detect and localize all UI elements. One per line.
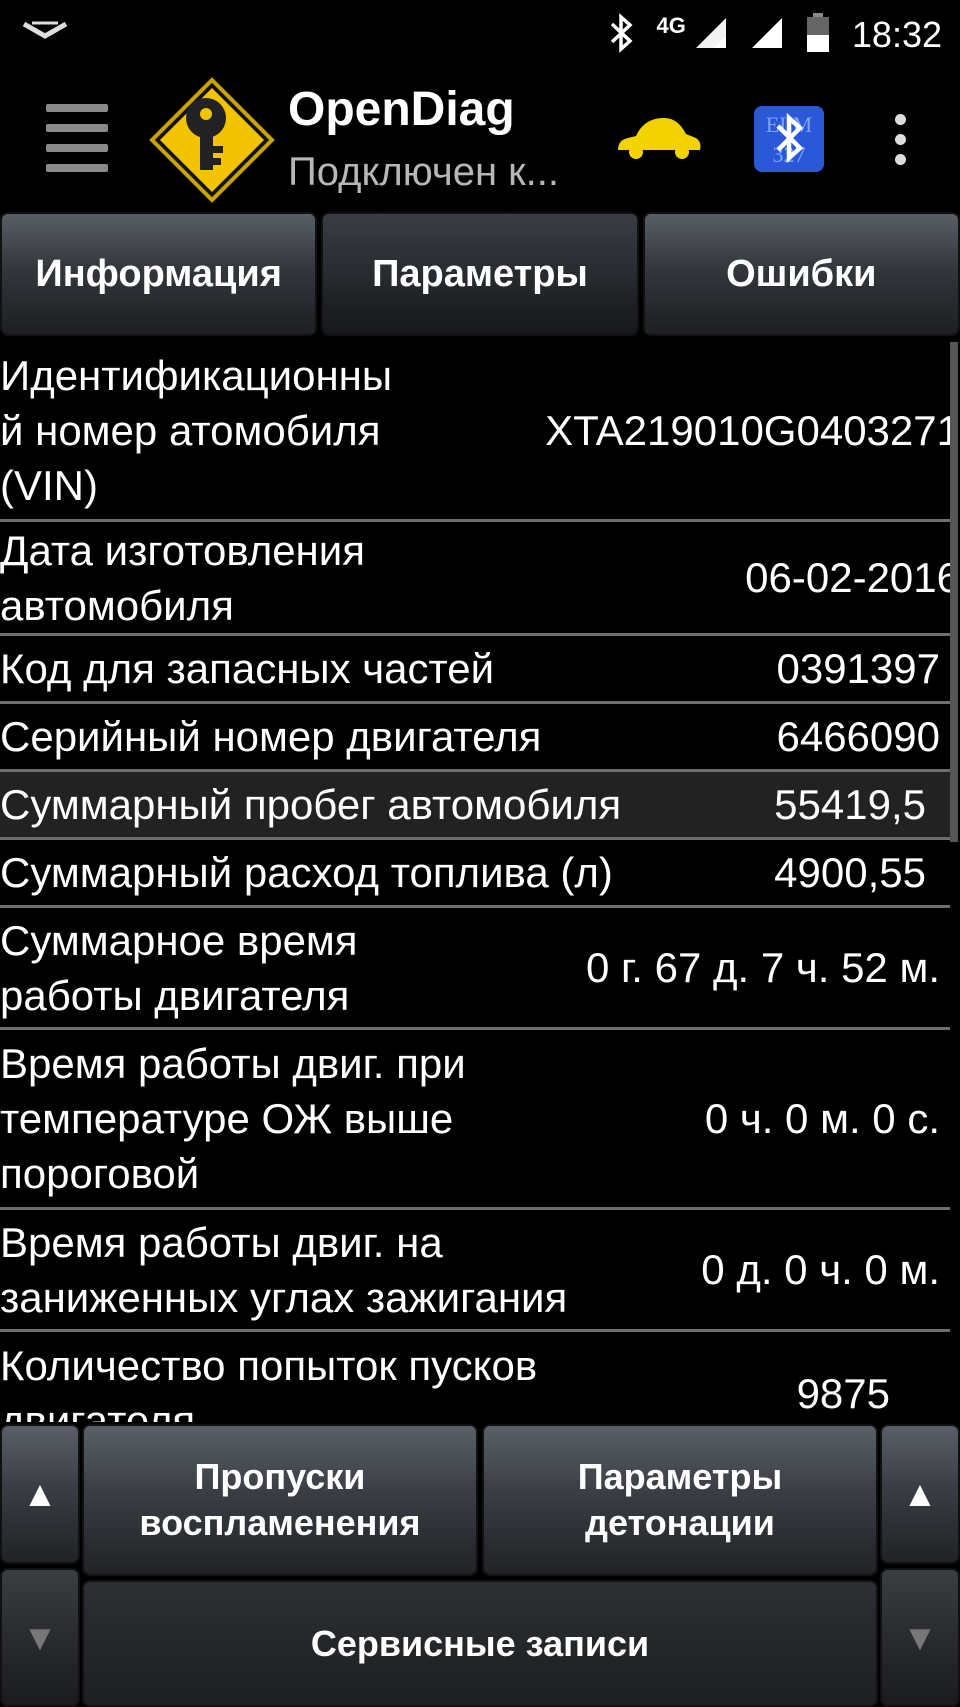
table-row: Дата изготовления автомобиля 06-02-2016: [0, 522, 950, 636]
row-value: 0 д. 0 ч. 0 м.: [701, 1246, 940, 1293]
row-value: 55419,5: [774, 781, 926, 828]
menu-icon[interactable]: [46, 104, 108, 172]
scroll-up-right-button[interactable]: ▲: [880, 1424, 960, 1564]
table-row: Суммарное время работы двигателя 0 г. 67…: [0, 908, 950, 1030]
bluetooth-status-icon: [609, 12, 635, 58]
car-icon[interactable]: [614, 110, 704, 168]
row-label: Время работы двиг. при температуре ОЖ вы…: [0, 1040, 466, 1197]
bottom-controls: ▲ Пропуски воспламенения Параметры детон…: [0, 1424, 960, 1707]
row-label: Количество попыток пусков двигателя: [0, 1342, 538, 1422]
table-scrollbar[interactable]: [950, 342, 958, 842]
signal-icon-2: [750, 16, 784, 55]
parameters-table[interactable]: Идентификационны й номер атомобиля (VIN)…: [0, 342, 950, 1422]
status-bar: 4G 18:32: [0, 0, 960, 68]
table-row: Время работы двиг. при температуре ОЖ вы…: [0, 1030, 950, 1210]
row-label: Время работы двиг. на заниженных углах з…: [0, 1218, 568, 1321]
row-label: Код для запасных частей: [0, 645, 495, 692]
scroll-down-right-button[interactable]: ▼: [880, 1568, 960, 1707]
tab-information[interactable]: Информация: [0, 212, 318, 336]
tab-parameters[interactable]: Параметры: [321, 212, 639, 336]
scroll-up-left-button[interactable]: ▲: [0, 1424, 80, 1564]
app-logo: [148, 76, 276, 204]
more-options-icon[interactable]: [888, 114, 912, 168]
row-value: 9875: [796, 1370, 890, 1417]
row-value: 06-02-2016: [745, 554, 950, 601]
misfire-button[interactable]: Пропуски воспламенения: [82, 1424, 478, 1576]
table-row: Суммарный расход топлива (л) 4900,55: [0, 840, 950, 908]
scroll-down-left-button[interactable]: ▼: [0, 1568, 80, 1707]
clock: 18:32: [851, 14, 942, 55]
row-label: Идентификационны й номер атомобиля (VIN): [0, 352, 393, 509]
table-row: Код для запасных частей 0391397: [0, 636, 950, 704]
table-row: Идентификационны й номер атомобиля (VIN)…: [0, 342, 950, 522]
row-value: 0391397: [776, 645, 940, 692]
table-row: Серийный номер двигателя 6466090: [0, 704, 950, 772]
knock-parameters-button[interactable]: Параметры детонации: [482, 1424, 878, 1576]
service-records-button[interactable]: Сервисные записи: [82, 1580, 878, 1707]
row-label: Дата изготовления автомобиля: [0, 526, 365, 629]
row-label: Серийный номер двигателя: [0, 713, 542, 760]
bluetooth-adapter-icon[interactable]: ELM 327: [752, 104, 826, 174]
notification-icon: [22, 20, 68, 47]
signal-icon-1: [694, 16, 728, 55]
network-type: 4G: [656, 13, 686, 38]
app-title: OpenDiag: [288, 83, 515, 136]
action-bar: OpenDiag Подключен к... ELM 327: [0, 68, 960, 210]
row-value: 4900,55: [774, 849, 926, 896]
table-row: Количество попыток пусков двигателя 9875: [0, 1332, 950, 1422]
connection-status: Подключен к...: [288, 150, 559, 194]
table-row: Суммарный пробег автомобиля 55419,5: [0, 772, 950, 840]
tab-errors[interactable]: Ошибки: [642, 212, 960, 336]
table-row: Время работы двиг. на заниженных углах з…: [0, 1210, 950, 1332]
row-label: Суммарный расход топлива (л): [0, 849, 613, 896]
row-value: 6466090: [776, 713, 940, 760]
battery-icon: [806, 12, 830, 58]
row-value: XTA219010G0403271: [545, 407, 950, 454]
tab-bar: Информация Параметры Ошибки: [0, 212, 960, 340]
row-label: Суммарный пробег автомобиля: [0, 781, 622, 828]
row-label: Суммарное время работы двигателя: [0, 916, 358, 1019]
row-value: 0 ч. 0 м. 0 с.: [704, 1095, 940, 1142]
row-value: 0 г. 67 д. 7 ч. 52 м.: [586, 944, 940, 991]
